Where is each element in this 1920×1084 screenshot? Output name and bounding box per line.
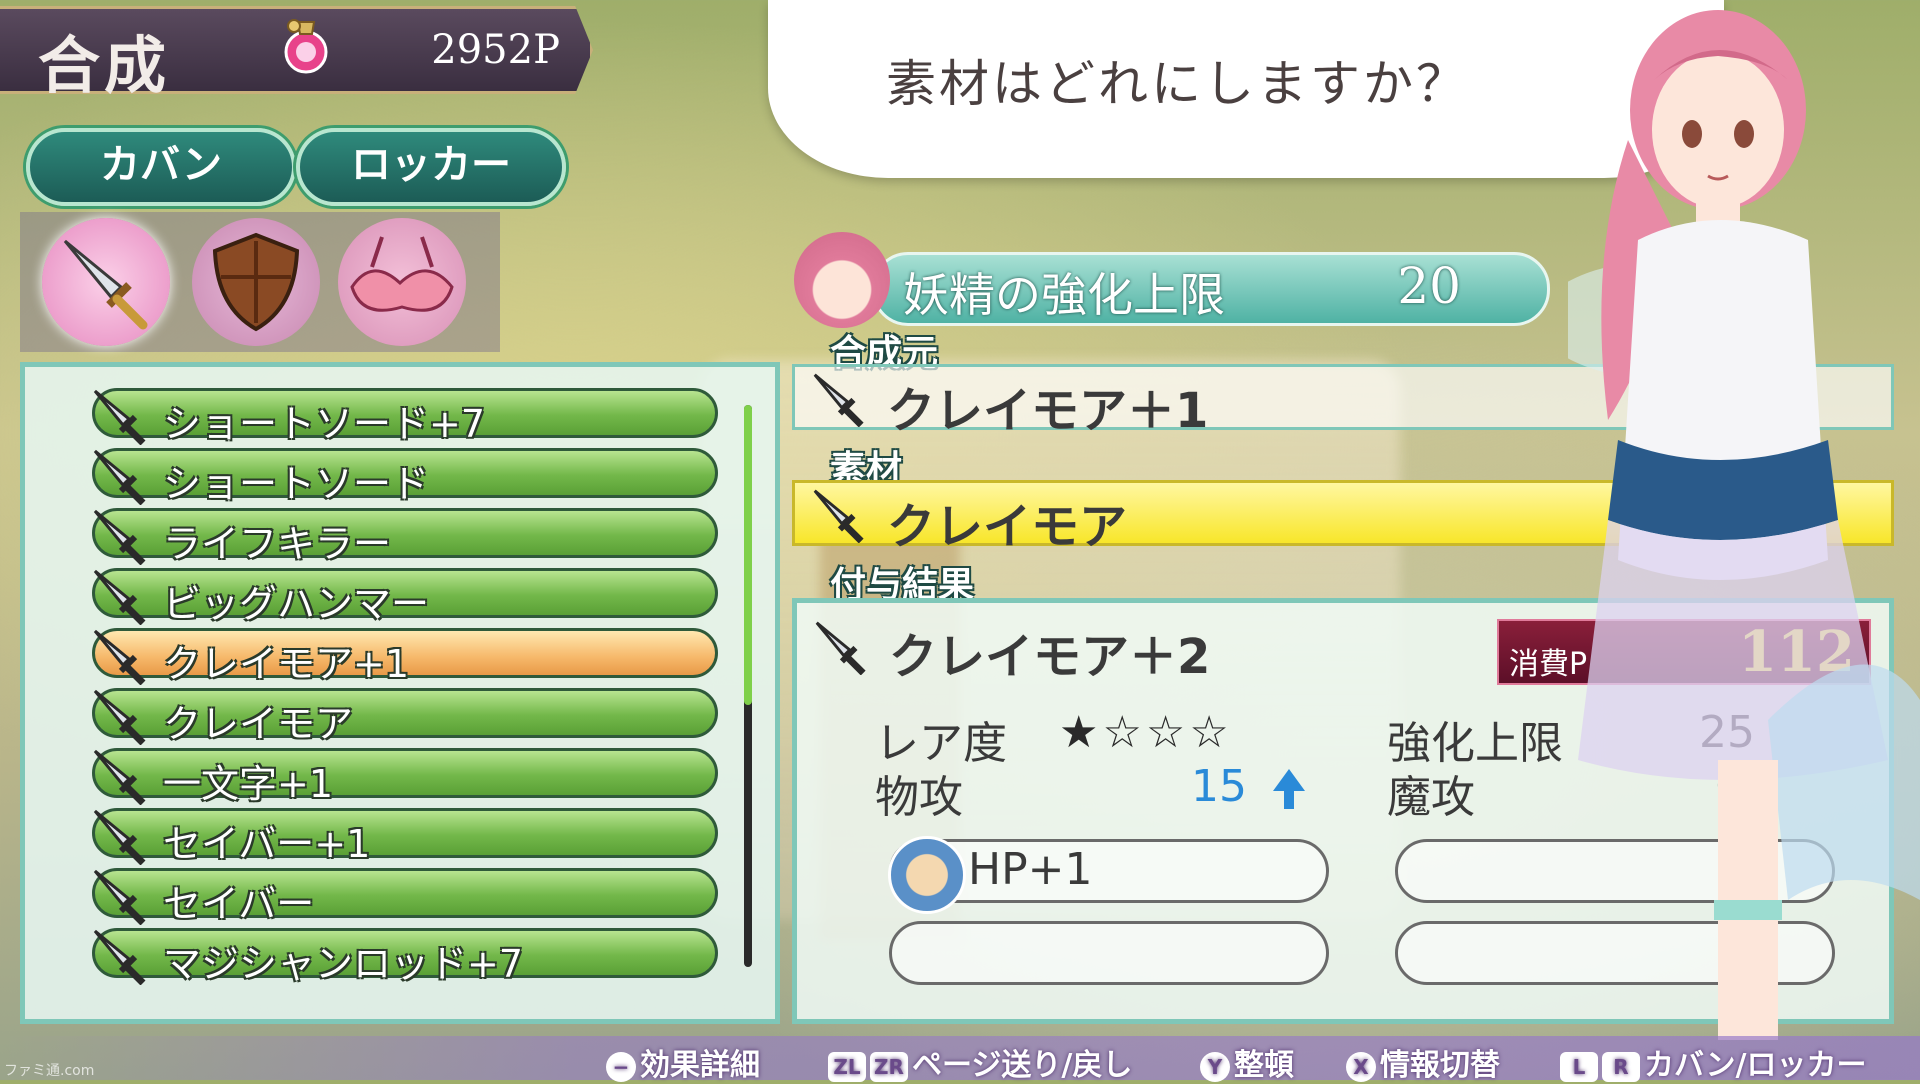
guide-effect-detail-label: 効果詳細 <box>640 1048 760 1083</box>
scrollbar-thumb[interactable] <box>744 405 752 705</box>
list-item-label: クレイモア+1 <box>163 642 410 686</box>
magic-attack-label: 魔攻 <box>1387 772 1475 823</box>
dagger-icon <box>93 449 146 505</box>
result-item-name: クレイモア＋2 <box>889 629 1211 685</box>
list-item-label: ライフキラー <box>163 522 392 566</box>
list-item-label: ショートソード+7 <box>163 402 486 446</box>
guide-page-label: ページ送り/戻し <box>912 1048 1133 1083</box>
shield-icon <box>212 232 300 332</box>
dagger-icon <box>93 809 146 865</box>
guide-switch-label: カバン/ロッカー <box>1644 1048 1867 1083</box>
category-shield[interactable] <box>192 218 320 346</box>
list-item-label: セイバー+1 <box>163 822 371 866</box>
ability-slot-3[interactable] <box>889 921 1329 985</box>
fairy-limit-label: 妖精の強化上限 <box>903 268 1225 322</box>
dagger-icon <box>93 929 146 985</box>
dagger-icon <box>813 489 864 543</box>
fairy-character <box>1568 10 1920 1040</box>
list-item[interactable]: クレイモア <box>92 688 718 746</box>
screen-title: 合成 <box>38 29 171 102</box>
guide-sort-label: 整頓 <box>1234 1048 1294 1083</box>
list-item-label: セイバー <box>163 882 315 926</box>
phys-attack-label: 物攻 <box>875 772 963 823</box>
points-counter: 2952P <box>431 27 560 73</box>
dagger-icon <box>93 749 146 805</box>
dagger-icon <box>93 869 146 925</box>
tab-bag[interactable]: カバン <box>26 128 296 206</box>
list-item-label: ショートソード <box>163 462 430 506</box>
zl-button-icon: ZL <box>828 1051 866 1082</box>
ability-icon <box>888 836 966 914</box>
dagger-icon <box>93 569 146 625</box>
list-item-label: 一文字+1 <box>163 762 334 806</box>
fairy-limit-value: 20 <box>1397 257 1461 315</box>
source-item-name: クレイモア＋1 <box>887 383 1209 439</box>
list-item[interactable]: ショートソード+7 <box>92 388 718 446</box>
dagger-icon <box>93 689 146 745</box>
guide-sort[interactable]: Y 整頓 <box>1200 1040 1294 1084</box>
list-item-label: クレイモア <box>163 702 354 746</box>
potion-icon <box>284 19 328 74</box>
list-item[interactable]: セイバー+1 <box>92 808 718 866</box>
watermark: ファミ通.com <box>4 1063 95 1079</box>
rarity-stars: ★☆☆☆ <box>1059 707 1233 758</box>
list-item[interactable]: ショートソード <box>92 448 718 506</box>
ability-slot-1[interactable]: HP+1 <box>888 836 1329 914</box>
y-button-icon: Y <box>1200 1051 1230 1082</box>
guide-effect-detail[interactable]: − 効果詳細 <box>606 1040 760 1084</box>
list-item[interactable]: ライフキラー <box>92 508 718 566</box>
guide-info[interactable]: X 情報切替 <box>1346 1040 1500 1084</box>
dagger-icon <box>93 389 146 445</box>
list-item[interactable]: セイバー <box>92 868 718 926</box>
list-item-label: ビッグハンマー <box>163 582 430 626</box>
category-armor[interactable] <box>338 218 466 346</box>
tab-locker[interactable]: ロッカー <box>296 128 566 206</box>
phys-attack-value: 15 <box>1191 761 1247 812</box>
minus-button-icon: − <box>606 1051 636 1082</box>
list-item[interactable]: マジシャンロッド+7 <box>92 928 718 986</box>
sword-icon <box>63 239 148 330</box>
armor-icon <box>350 236 454 312</box>
dialog-text: 素材はどれにしますか？ <box>886 55 1469 113</box>
list-item-label: マジシャンロッド+7 <box>163 942 524 986</box>
dagger-icon <box>93 629 146 685</box>
dagger-icon <box>813 373 864 427</box>
category-weapon[interactable] <box>42 218 170 346</box>
dagger-icon <box>93 509 146 565</box>
guide-page[interactable]: ZL ZR ページ送り/戻し <box>828 1040 1132 1084</box>
dagger-icon <box>815 621 866 675</box>
list-item[interactable]: 一文字+1 <box>92 748 718 806</box>
button-guide-bar: − 効果詳細 ZL ZR ページ送り/戻し Y 整頓 X 情報切替 L R カバン/ロッカー <box>0 1036 1920 1083</box>
guide-info-label: 情報切替 <box>1380 1048 1500 1083</box>
guide-switch[interactable]: L R カバン/ロッカー <box>1560 1040 1866 1084</box>
material-item-name: クレイモア <box>887 499 1128 555</box>
l-button-icon: L <box>1560 1051 1598 1082</box>
item-list-scrollbar[interactable] <box>744 405 752 967</box>
fairy-portrait-icon <box>794 232 890 328</box>
list-item[interactable]: クレイモア+1 <box>92 628 718 686</box>
list-item[interactable]: ビッグハンマー <box>92 568 718 626</box>
zr-button-icon: ZR <box>870 1051 908 1082</box>
fairy-limit-bar: 妖精の強化上限 20 <box>872 252 1550 326</box>
ability-text: HP+1 <box>968 844 1093 895</box>
r-button-icon: R <box>1602 1051 1640 1082</box>
x-button-icon: X <box>1346 1051 1376 1082</box>
